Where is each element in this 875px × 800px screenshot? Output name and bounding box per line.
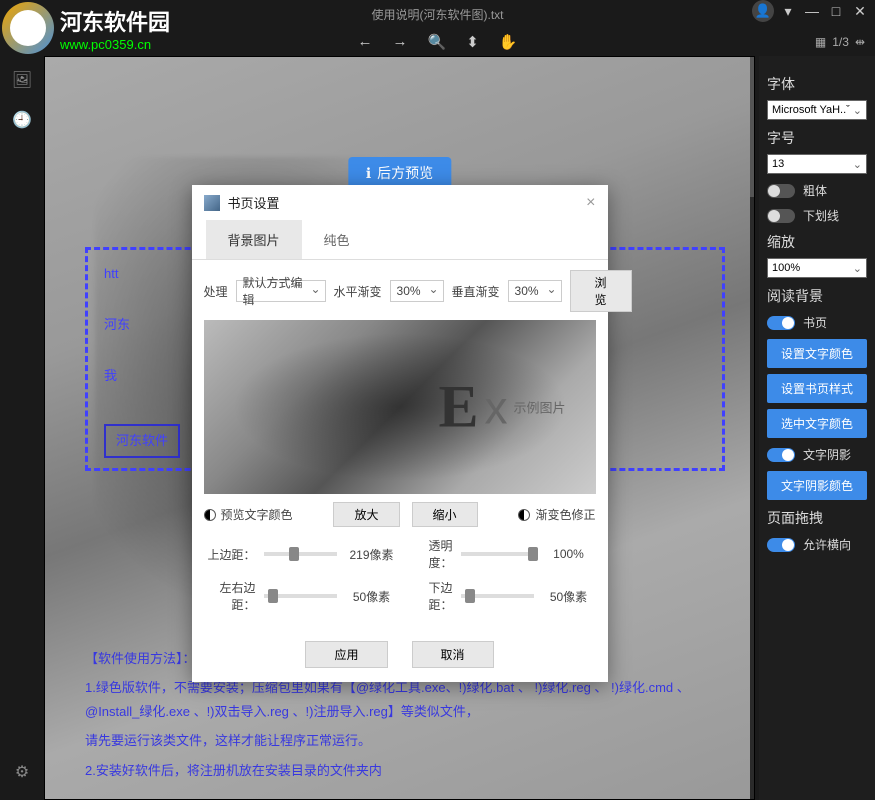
size-select[interactable]: 13 xyxy=(767,154,867,174)
preview-glyph-x: x xyxy=(484,380,507,434)
dialog-title: 书页设置 xyxy=(228,193,280,212)
scrollbar[interactable] xyxy=(750,57,755,799)
dialog-close-icon[interactable]: × xyxy=(586,194,595,212)
read-bg-label: 阅读背景 xyxy=(767,286,867,306)
page-indicator: 1/3 xyxy=(832,35,849,49)
dialog-icon xyxy=(204,195,220,211)
margin-lr-label: 左右边距： xyxy=(204,579,256,613)
nav-forward-icon[interactable]: → xyxy=(393,33,408,51)
preview-text-color-label[interactable]: 预览文字颜色 xyxy=(221,506,293,523)
watermark-logo xyxy=(2,2,54,54)
tab-solid-color[interactable]: 纯色 xyxy=(302,220,372,259)
document-viewport[interactable]: htt 河东 我 河东软件 【软件使用方法】： 1.绿色版软件，不需要安装；压缩… xyxy=(44,56,755,800)
gradient-fix-label[interactable]: 渐变色修正 xyxy=(535,506,595,523)
opacity-slider[interactable] xyxy=(461,552,534,556)
watermark-title: 河东软件园 xyxy=(60,5,170,37)
opacity-label: 透明度： xyxy=(407,537,453,571)
close-button[interactable]: ✕ xyxy=(850,1,870,21)
font-select[interactable]: Microsoft YaH..ˇ xyxy=(767,100,867,120)
tab-background-image[interactable]: 背景图片 xyxy=(206,220,302,259)
h-gradient-select[interactable]: 30% xyxy=(390,280,444,302)
info-icon: ℹ xyxy=(366,165,371,182)
text-shadow-label: 文字阴影 xyxy=(803,446,851,463)
settings-icon[interactable]: ⚙ xyxy=(8,758,36,786)
link-box[interactable]: 河东软件 xyxy=(104,424,180,457)
cancel-button[interactable]: 取消 xyxy=(412,641,494,668)
search-icon[interactable]: 🔍 xyxy=(428,33,447,51)
apply-button[interactable]: 应用 xyxy=(305,641,387,668)
window-title: 使用说明(河东软件图).txt xyxy=(372,6,504,23)
preview-example-label: 示例图片 xyxy=(513,398,565,417)
size-label: 字号 xyxy=(767,128,867,148)
underline-toggle[interactable] xyxy=(767,209,795,223)
page-mode-toggle[interactable] xyxy=(767,316,795,330)
margin-bottom-slider[interactable] xyxy=(461,594,534,598)
zoom-out-button[interactable]: 缩小 xyxy=(412,502,478,527)
set-text-color-button[interactable]: 设置文字颜色 xyxy=(767,339,867,368)
allow-horizontal-label: 允许横向 xyxy=(803,536,851,553)
opacity-value: 100% xyxy=(542,547,596,561)
watermark: 河东软件园 www.pc0359.cn xyxy=(2,2,170,54)
v-gradient-label: 垂直渐变 xyxy=(452,283,500,300)
process-label: 处理 xyxy=(204,283,228,300)
zoom-label: 缩放 xyxy=(767,232,867,252)
margin-top-label: 上边距： xyxy=(204,546,256,563)
browse-button[interactable]: 浏览 xyxy=(570,270,632,312)
h-gradient-label: 水平渐变 xyxy=(334,283,382,300)
underline-label: 下划线 xyxy=(803,207,839,224)
hand-icon[interactable]: ✋ xyxy=(499,33,518,51)
sel-text-color-button[interactable]: 选中文字颜色 xyxy=(767,409,867,438)
margin-bottom-label: 下边距： xyxy=(407,579,453,613)
minimize-button[interactable]: — xyxy=(802,1,822,21)
text-shadow-toggle[interactable] xyxy=(767,448,795,462)
margin-top-slider[interactable] xyxy=(264,552,337,556)
image-icon[interactable]: 🖼 xyxy=(8,66,36,94)
maximize-button[interactable]: □ xyxy=(826,1,846,21)
user-icon[interactable]: 👤 xyxy=(752,0,774,22)
page-mode-label: 书页 xyxy=(803,314,827,331)
preview-image: E x 示例图片 xyxy=(204,320,596,494)
margin-bottom-value: 50像素 xyxy=(542,588,596,605)
preview-glyph-e: E xyxy=(438,373,478,442)
shadow-color-button[interactable]: 文字阴影颜色 xyxy=(767,471,867,500)
watermark-url: www.pc0359.cn xyxy=(60,37,170,52)
zoom-select[interactable]: 100% xyxy=(767,258,867,278)
margin-lr-value: 50像素 xyxy=(345,588,399,605)
font-label: 字体 xyxy=(767,74,867,94)
v-gradient-select[interactable]: 30% xyxy=(508,280,562,302)
bold-toggle[interactable] xyxy=(767,184,795,198)
nav-back-icon[interactable]: ← xyxy=(358,33,373,51)
dropdown-icon[interactable]: ▾ xyxy=(778,1,798,21)
history-icon[interactable]: 🕘 xyxy=(8,106,36,134)
contrast-icon-2 xyxy=(518,509,530,521)
right-panel: 字体 Microsoft YaH..ˇ 字号 13 粗体 下划线 缩放 100%… xyxy=(759,56,875,800)
allow-horizontal-toggle[interactable] xyxy=(767,538,795,552)
contrast-icon xyxy=(204,509,216,521)
cursor-icon[interactable]: ⬍ xyxy=(466,33,479,51)
layout-icon[interactable]: ▦ xyxy=(815,35,826,49)
set-page-style-button[interactable]: 设置书页样式 xyxy=(767,374,867,403)
zoom-in-button[interactable]: 放大 xyxy=(333,502,399,527)
margin-top-value: 219像素 xyxy=(345,546,399,563)
fit-width-icon[interactable]: ⇹ xyxy=(855,35,865,49)
page-settings-dialog: 书页设置 × 背景图片 纯色 处理 默认方式编辑 水平渐变 30% 垂直渐变 3… xyxy=(192,185,608,682)
margin-lr-slider[interactable] xyxy=(264,594,337,598)
page-drag-label: 页面拖拽 xyxy=(767,508,867,528)
process-select[interactable]: 默认方式编辑 xyxy=(236,280,326,302)
bold-label: 粗体 xyxy=(803,182,827,199)
left-rail: 🖼 🕘 ⚙ xyxy=(0,56,44,800)
